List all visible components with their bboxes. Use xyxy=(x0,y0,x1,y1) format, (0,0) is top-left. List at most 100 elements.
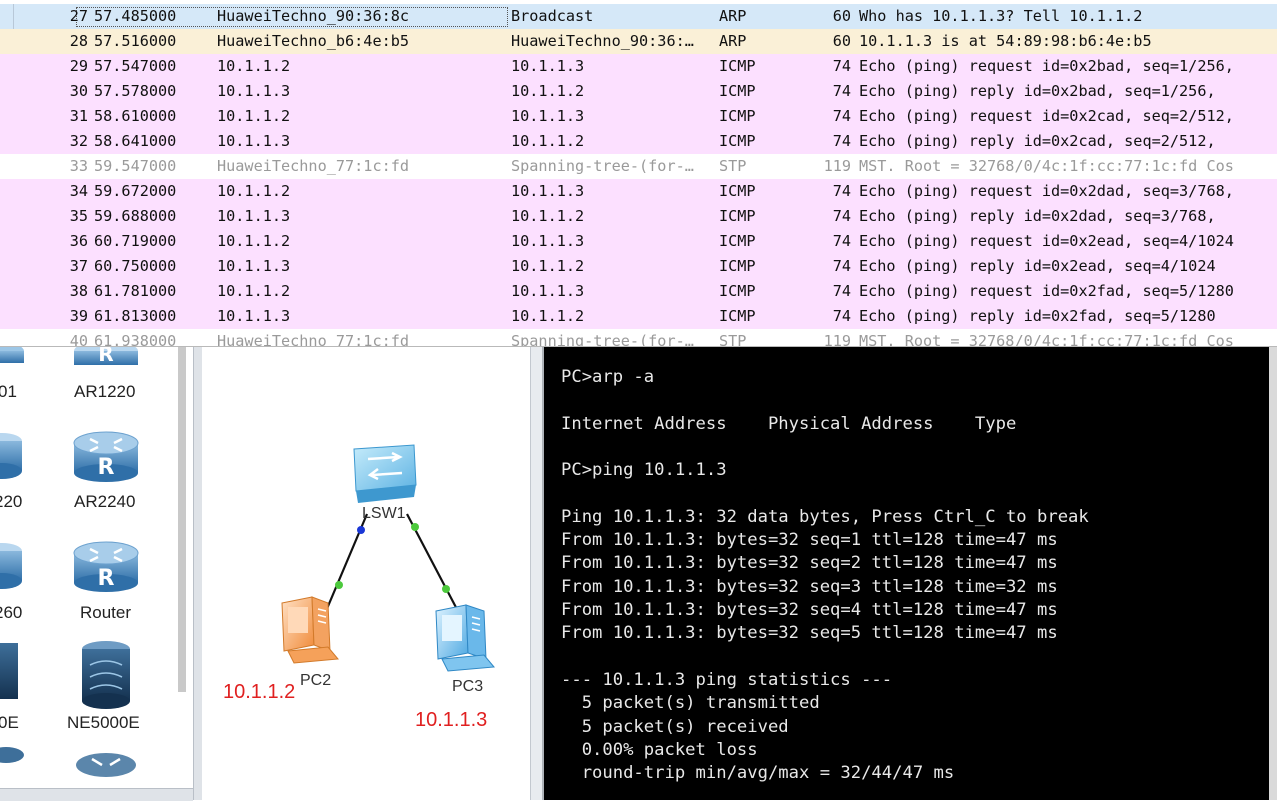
packet-length: 119 xyxy=(823,157,851,175)
router-icon[interactable] xyxy=(0,347,24,363)
packet-source: HuaweiTechno_b6:4e:b5 xyxy=(217,32,410,50)
pc-label[interactable]: PC3 xyxy=(452,678,483,696)
packet-number: 33 xyxy=(69,157,88,175)
switch-icon[interactable] xyxy=(353,444,417,503)
router-icon[interactable] xyxy=(76,753,136,777)
terminal-line: From 10.1.1.3: bytes=32 seq=2 ttl=128 ti… xyxy=(561,553,1058,574)
router-icon[interactable] xyxy=(0,433,22,479)
packet-length: 74 xyxy=(832,232,851,250)
port-status-dot xyxy=(357,526,365,534)
packet-info: Echo (ping) request id=0x2ead, seq=4/102… xyxy=(859,232,1234,250)
core-router-icon[interactable] xyxy=(0,643,18,699)
packet-info: Echo (ping) request id=0x2dad, seq=3/768… xyxy=(859,182,1234,200)
topology-canvas[interactable]: LSW1 PC2 PC3 10.1.1.2 10.1.1.3 xyxy=(202,347,530,800)
ip-annotation[interactable]: 10.1.1.2 xyxy=(223,681,295,704)
terminal-line: From 10.1.1.3: bytes=32 seq=4 ttl=128 ti… xyxy=(561,600,1058,620)
packet-destination: 10.1.1.2 xyxy=(511,207,585,225)
router-icon[interactable] xyxy=(0,747,24,763)
packet-length: 60 xyxy=(832,7,851,25)
packet-row[interactable]: 30 57.578000 10.1.1.3 10.1.1.2 ICMP 74 Echo (p… xyxy=(0,79,1277,104)
terminal-line: --- 10.1.1.3 ping statistics --- xyxy=(561,669,893,690)
router-icon[interactable] xyxy=(0,543,22,589)
packet-length: 119 xyxy=(823,332,851,347)
terminal-line: Ping 10.1.1.3: 32 data bytes, Press Ctrl… xyxy=(561,506,1089,527)
terminal-line: 0.00% packet loss xyxy=(561,739,758,760)
packet-row[interactable]: 33 59.547000 HuaweiTechno_77:1c:fd Spanning… xyxy=(0,154,1277,179)
terminal-line: 5 packet(s) received xyxy=(561,716,789,737)
packet-row[interactable]: 27 57.485000 HuaweiTechno_90:36:8c Broadcas… xyxy=(0,4,1277,29)
device-label[interactable]: AR2240 xyxy=(74,492,135,512)
packet-number: 37 xyxy=(69,257,88,275)
packet-info: Echo (ping) request id=0x2fad, seq=5/128… xyxy=(859,282,1234,300)
router-icon[interactable]: R xyxy=(74,347,138,366)
packet-destination: 10.1.1.2 xyxy=(511,307,585,325)
packet-source: HuaweiTechno_77:1c:fd xyxy=(217,157,410,175)
packet-number: 28 xyxy=(69,32,88,50)
packet-source: HuaweiTechno_90:36:8c xyxy=(217,7,410,25)
packet-time: 58.610000 xyxy=(94,107,177,125)
pc-command-terminal[interactable]: PC>arp -a Internet Address Physical Addre… xyxy=(542,347,1271,800)
packet-row[interactable]: 32 58.641000 10.1.1.3 10.1.1.2 ICMP 74 Echo (p… xyxy=(0,129,1277,154)
packet-row[interactable]: 35 59.688000 10.1.1.3 10.1.1.2 ICMP 74 Echo (p… xyxy=(0,204,1277,229)
packet-info: Echo (ping) reply id=0x2dad, seq=3/768, xyxy=(859,207,1216,225)
switch-label[interactable]: LSW1 xyxy=(362,505,406,523)
packet-protocol: ICMP xyxy=(719,182,756,200)
packet-length: 74 xyxy=(832,57,851,75)
palette-scrollbar[interactable] xyxy=(178,347,186,692)
device-label: 260 xyxy=(0,603,23,622)
packet-row[interactable]: 36 60.719000 10.1.1.2 10.1.1.3 ICMP 74 Echo (p… xyxy=(0,229,1277,254)
packet-protocol: ICMP xyxy=(719,107,756,125)
terminal-line: From 10.1.1.3: bytes=32 seq=1 ttl=128 ti… xyxy=(561,530,1058,551)
packet-row[interactable]: 31 58.610000 10.1.1.2 10.1.1.3 ICMP 74 Echo (p… xyxy=(0,104,1277,129)
svg-text:R: R xyxy=(98,566,115,591)
packet-row[interactable]: 29 57.547000 10.1.1.2 10.1.1.3 ICMP 74 Echo (p… xyxy=(0,54,1277,79)
port-status-dot xyxy=(335,581,343,589)
packet-info: Echo (ping) request id=0x2cad, seq=2/512… xyxy=(859,107,1234,125)
packet-info: MST. Root = 32768/0/4c:1f:cc:77:1c:fd Co… xyxy=(859,332,1234,347)
packet-length: 74 xyxy=(832,82,851,100)
packet-row[interactable]: 28 57.516000 HuaweiTechno_b6:4e:b5 HuaweiTe… xyxy=(0,29,1277,54)
router-icon[interactable]: R xyxy=(73,541,139,592)
router-icon[interactable]: R xyxy=(73,431,139,482)
packet-source: 10.1.1.2 xyxy=(217,282,291,300)
packet-protocol: ICMP xyxy=(719,232,756,250)
packet-time: 57.485000 xyxy=(94,7,177,25)
packet-destination: 10.1.1.2 xyxy=(511,82,585,100)
packet-number: 36 xyxy=(69,232,88,250)
packet-time: 57.547000 xyxy=(94,57,177,75)
packet-row[interactable]: 34 59.672000 10.1.1.2 10.1.1.3 ICMP 74 Echo (p… xyxy=(0,179,1277,204)
packet-length: 74 xyxy=(832,257,851,275)
device-label[interactable]: NE5000E xyxy=(67,713,140,733)
terminal-scrollbar[interactable] xyxy=(1269,347,1277,800)
packet-length: 74 xyxy=(832,182,851,200)
packet-protocol: ARP xyxy=(719,32,747,50)
packet-destination: Spanning-tree-(for-… xyxy=(511,157,694,175)
packet-length: 74 xyxy=(832,107,851,125)
svg-text:R: R xyxy=(98,347,113,366)
device-label: 0E xyxy=(0,713,19,732)
packet-source: 10.1.1.2 xyxy=(217,57,291,75)
device-label[interactable]: AR1220 xyxy=(74,382,135,402)
packet-destination: 10.1.1.2 xyxy=(511,132,585,150)
packet-row[interactable]: 38 61.781000 10.1.1.2 10.1.1.3 ICMP 74 Echo (p… xyxy=(0,279,1277,304)
packet-protocol: ICMP xyxy=(719,132,756,150)
terminal-line: PC>ping 10.1.1.3 xyxy=(561,460,727,481)
packet-source: 10.1.1.3 xyxy=(217,207,291,225)
packet-time: 61.938000 xyxy=(94,332,177,347)
packet-row[interactable]: 37 60.750000 10.1.1.3 10.1.1.2 ICMP 74 Echo (p… xyxy=(0,254,1277,279)
packet-list[interactable]: 27 57.485000 HuaweiTechno_90:36:8c Broadcas… xyxy=(0,0,1277,347)
device-label[interactable]: Router xyxy=(80,603,131,623)
packet-row[interactable]: 39 61.813000 10.1.1.3 10.1.1.2 ICMP 74 Echo (p… xyxy=(0,304,1277,329)
pc-icon[interactable] xyxy=(435,604,495,672)
packet-length: 74 xyxy=(832,307,851,325)
pc-icon[interactable] xyxy=(281,596,339,664)
core-router-icon[interactable] xyxy=(82,641,130,709)
pc-label[interactable]: PC2 xyxy=(300,672,331,690)
ip-annotation[interactable]: 10.1.1.3 xyxy=(415,709,487,732)
packet-length: 60 xyxy=(832,32,851,50)
terminal-line: From 10.1.1.3: bytes=32 seq=5 ttl=128 ti… xyxy=(561,623,1058,644)
packet-time: 57.516000 xyxy=(94,32,177,50)
packet-protocol: STP xyxy=(719,332,747,347)
packet-number: 27 xyxy=(69,7,88,25)
packet-row[interactable]: 40 61.938000 HuaweiTechno_77:1c:fd Spanning… xyxy=(0,329,1277,347)
